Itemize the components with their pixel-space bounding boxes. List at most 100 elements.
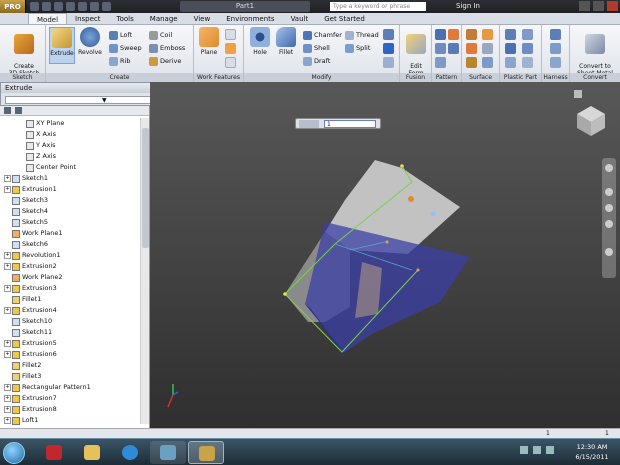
browser-node[interactable]: Work Plane2 <box>0 272 140 283</box>
extend-icon[interactable] <box>466 57 477 68</box>
trim-icon[interactable] <box>482 43 493 54</box>
mirror-icon[interactable] <box>448 29 459 40</box>
steering-wheel-icon[interactable] <box>605 164 613 172</box>
pin-icon[interactable] <box>550 43 561 54</box>
expand-icon[interactable]: + <box>4 186 11 193</box>
save-icon[interactable] <box>54 2 63 11</box>
axis-icon[interactable] <box>225 29 236 40</box>
browser-node[interactable]: Fillet2 <box>0 360 140 371</box>
browser-node[interactable]: + Revolution1 <box>0 250 140 261</box>
replace-face-icon[interactable] <box>482 57 493 68</box>
tray-icon[interactable] <box>520 446 528 454</box>
taskbar-app-1[interactable] <box>36 441 72 464</box>
zoom-icon[interactable] <box>605 204 613 212</box>
open-icon[interactable] <box>42 2 51 11</box>
combine-icon[interactable] <box>383 29 394 40</box>
expand-icon[interactable]: + <box>4 263 11 270</box>
revolve-button[interactable]: Revolve <box>77 27 103 56</box>
browser-node[interactable]: Fillet1 <box>0 294 140 305</box>
boss-icon[interactable] <box>522 29 533 40</box>
sweep-button[interactable]: Sweep <box>109 42 142 54</box>
expand-icon[interactable]: + <box>4 384 11 391</box>
browser-node[interactable]: Fillet3 <box>0 371 140 382</box>
expand-icon[interactable]: + <box>4 252 11 259</box>
tab-model[interactable]: Model <box>28 13 68 24</box>
taskbar-inventor[interactable] <box>188 441 224 464</box>
thread-button[interactable]: Thread <box>345 29 379 41</box>
chamfer-button[interactable]: Chamfer <box>303 29 342 41</box>
taskbar-explorer[interactable] <box>74 441 110 464</box>
browser-scrollbar[interactable] <box>140 118 149 424</box>
start-button[interactable] <box>3 442 25 464</box>
direction-icon[interactable] <box>299 120 319 128</box>
circular-pattern-icon[interactable] <box>435 43 446 54</box>
home-icon[interactable] <box>90 2 99 11</box>
scrollbar-thumb[interactable] <box>142 128 149 248</box>
pattern-icon[interactable] <box>448 43 459 54</box>
drag-handle[interactable] <box>430 211 436 217</box>
move-face-icon[interactable] <box>383 43 394 54</box>
look-at-icon[interactable] <box>605 248 613 256</box>
viewcube-home-icon[interactable] <box>574 90 582 98</box>
new-icon[interactable] <box>30 2 39 11</box>
point-icon[interactable] <box>225 43 236 54</box>
distance-input[interactable]: 1 <box>324 120 376 128</box>
sketch-pattern-icon[interactable] <box>435 57 446 68</box>
browser-node[interactable]: Sketch4 <box>0 206 140 217</box>
taskbar-ie[interactable] <box>112 441 148 464</box>
pin-group-icon[interactable] <box>550 57 561 68</box>
stitch-icon[interactable] <box>466 29 477 40</box>
browser-node[interactable]: + Extrusion2 <box>0 261 140 272</box>
search-icon[interactable] <box>15 107 22 114</box>
maximize-button[interactable] <box>593 1 604 11</box>
expand-icon[interactable]: + <box>4 307 11 314</box>
minimize-button[interactable] <box>579 1 590 11</box>
expand-icon[interactable]: + <box>4 175 11 182</box>
emboss-button[interactable]: Emboss <box>149 42 185 54</box>
browser-node[interactable]: Sketch6 <box>0 239 140 250</box>
fillet-button[interactable]: Fillet <box>273 27 299 56</box>
coil-button[interactable]: Coil <box>149 29 172 41</box>
graphics-window[interactable]: 1 <box>150 82 620 428</box>
browser-node[interactable]: + Sketch1 <box>0 173 140 184</box>
create-3d-sketch-button[interactable]: Create 3D Sketch <box>8 27 40 77</box>
orbit-icon[interactable] <box>605 220 613 228</box>
browser-node[interactable]: Z Axis <box>0 151 140 162</box>
shell-button[interactable]: Shell <box>303 42 330 54</box>
browser-node[interactable]: + Extrusion1 <box>0 184 140 195</box>
hole-button[interactable]: Hole <box>247 27 273 56</box>
tab-get-started[interactable]: Get Started <box>316 13 373 24</box>
browser-node[interactable]: XY Plane <box>0 118 140 129</box>
derive-button[interactable]: Derive <box>149 55 181 67</box>
convert-to-sheet-metal-button[interactable]: Convert to Sheet Metal <box>572 27 618 77</box>
tab-environments[interactable]: Environments <box>218 13 282 24</box>
loft-button[interactable]: Loft <box>109 29 132 41</box>
browser-node[interactable]: + Rectangular Pattern1 <box>0 382 140 393</box>
rectangular-pattern-icon[interactable] <box>435 29 446 40</box>
expand-icon[interactable]: + <box>4 351 11 358</box>
patch-icon[interactable] <box>466 43 477 54</box>
undo-icon[interactable] <box>66 2 75 11</box>
browser-node[interactable]: + Extrusion5 <box>0 338 140 349</box>
browser-node[interactable]: Work Plane1 <box>0 228 140 239</box>
taskbar-media[interactable] <box>150 441 186 464</box>
rib-button[interactable]: Rib <box>109 55 130 67</box>
edit-form-button[interactable]: Edit Form <box>403 27 429 77</box>
tab-view[interactable]: View <box>186 13 219 24</box>
sign-in-link[interactable]: Sign In <box>456 1 480 12</box>
connector-icon[interactable] <box>550 29 561 40</box>
extrude-button[interactable]: Extrude <box>49 27 75 64</box>
browser-node[interactable]: + Loft1 <box>0 415 140 426</box>
expand-icon[interactable]: + <box>4 395 11 402</box>
tab-tools[interactable]: Tools <box>109 13 142 24</box>
clock[interactable]: 12:30 AM 6/15/2011 <box>568 442 616 462</box>
ucs-icon[interactable] <box>225 57 236 68</box>
viewcube[interactable] <box>574 104 608 138</box>
split-button[interactable]: Split <box>345 42 370 54</box>
lip-icon[interactable] <box>522 57 533 68</box>
expand-icon[interactable]: + <box>4 340 11 347</box>
expand-icon[interactable]: + <box>4 417 11 424</box>
browser-node[interactable]: Center Point <box>0 162 140 173</box>
application-menu-button[interactable]: PRO <box>0 0 26 13</box>
tab-manage[interactable]: Manage <box>142 13 186 24</box>
